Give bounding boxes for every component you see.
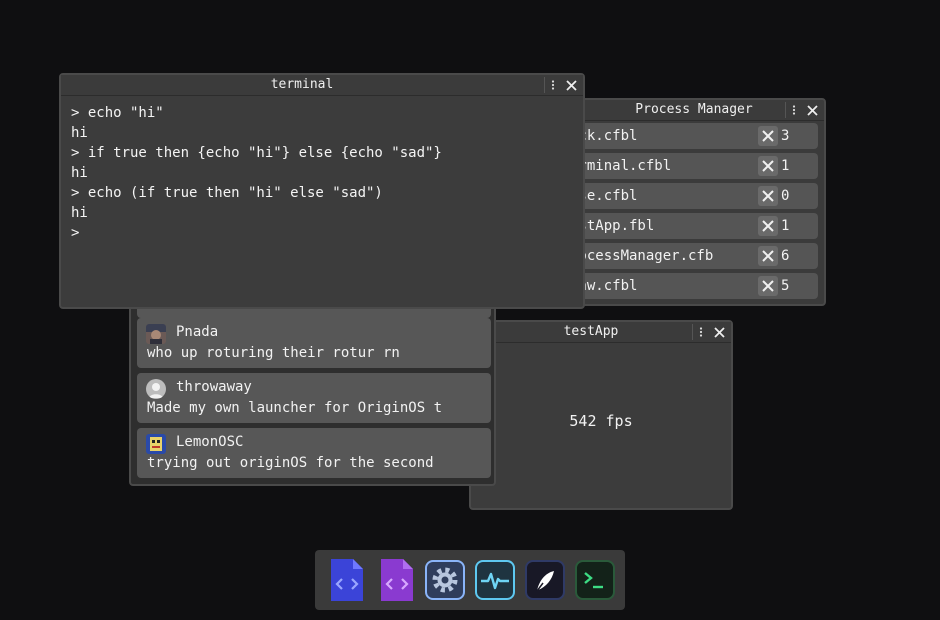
quill-app-icon[interactable]	[525, 559, 565, 601]
terminal-prompt[interactable]: >	[71, 223, 442, 243]
terminal-line: hi	[71, 125, 88, 141]
close-icon	[762, 220, 774, 232]
close-icon	[762, 190, 774, 202]
process-row: erminal.cfbl 1	[554, 153, 818, 179]
terminal-window[interactable]: terminal > echo "hi" hi > if true then {…	[59, 73, 585, 309]
close-icon[interactable]	[711, 324, 727, 340]
terminal-line: > echo "hi"	[71, 105, 164, 121]
kill-process-button[interactable]	[758, 186, 778, 206]
post-username[interactable]: Pnada	[176, 323, 218, 341]
process-row: ock.cfbl 3	[554, 123, 818, 149]
post-username[interactable]: throwaway	[176, 378, 252, 396]
process-count: 6	[781, 248, 790, 264]
kill-process-button[interactable]	[758, 126, 778, 146]
testapp-window[interactable]: testApp 542 fps	[469, 320, 733, 510]
window-title: testApp	[563, 324, 619, 339]
post-card[interactable]: Pnada who up roturing their rotur rn	[137, 318, 491, 368]
kill-process-button[interactable]	[758, 216, 778, 236]
kebab-menu-icon[interactable]	[785, 102, 802, 118]
terminal-line: hi	[71, 205, 88, 221]
user-avatar	[146, 379, 166, 399]
process-count: 5	[781, 278, 790, 294]
default-avatar-icon	[146, 379, 166, 399]
pixel-avatar-icon	[146, 434, 166, 454]
process-row: rocessManager.cfb 6	[554, 243, 818, 269]
process-name: erminal.cfbl	[570, 158, 672, 174]
process-manager-titlebar[interactable]: Process Manager	[554, 100, 824, 121]
window-title: terminal	[270, 77, 334, 92]
process-list: ock.cfbl 3 erminal.cfbl 1 ase.cfbl 0 estApp.fb…	[554, 123, 824, 303]
process-name: rocessManager.cfb	[570, 248, 714, 264]
close-icon	[762, 250, 774, 262]
terminal-line: > echo (if true then "hi" else "sad")	[71, 185, 383, 201]
terminal-app-icon[interactable]	[575, 559, 615, 601]
post-card[interactable]: LemonOSC trying out originOS for the sec…	[137, 428, 491, 478]
close-icon	[762, 280, 774, 292]
feed-window[interactable]: Pnada who up roturing their rotur rn thr…	[129, 296, 496, 486]
testapp-titlebar[interactable]: testApp	[471, 322, 731, 343]
process-count: 1	[781, 218, 790, 234]
post-text: Made my own launcher for OriginOS t	[147, 400, 443, 416]
process-manager-window[interactable]: Process Manager ock.cfbl 3 erminal.cfbl 1 as…	[552, 98, 826, 306]
post-text: trying out originOS for the second	[147, 455, 434, 471]
code-file-blue-icon[interactable]	[327, 559, 367, 601]
window-title: Process Manager	[635, 102, 753, 117]
kebab-menu-icon[interactable]	[692, 324, 709, 340]
post-text: who up roturing their rotur rn	[147, 345, 400, 361]
terminal-line: > if true then {echo "hi"} else {echo "s…	[71, 145, 442, 161]
terminal-output[interactable]: > echo "hi" hi > if true then {echo "hi"…	[71, 103, 442, 243]
post-card[interactable]: throwaway Made my own launcher for Origi…	[137, 373, 491, 423]
kebab-menu-icon[interactable]	[544, 77, 561, 93]
close-icon	[762, 160, 774, 172]
dock	[315, 550, 625, 610]
settings-gear-icon[interactable]	[425, 559, 465, 601]
process-row: law.cfbl 5	[554, 273, 818, 299]
close-icon[interactable]	[563, 77, 579, 93]
process-count: 3	[781, 128, 790, 144]
post-username[interactable]: LemonOSC	[176, 433, 243, 451]
kill-process-button[interactable]	[758, 276, 778, 296]
terminal-titlebar[interactable]: terminal	[61, 75, 583, 96]
process-row: estApp.fbl 1	[554, 213, 818, 239]
process-count: 0	[781, 188, 790, 204]
activity-monitor-icon[interactable]	[475, 559, 515, 601]
kill-process-button[interactable]	[758, 246, 778, 266]
close-icon	[762, 130, 774, 142]
close-icon[interactable]	[804, 102, 820, 118]
process-row: ase.cfbl 0	[554, 183, 818, 209]
kill-process-button[interactable]	[758, 156, 778, 176]
terminal-line: hi	[71, 165, 88, 181]
user-avatar	[146, 324, 166, 344]
user-avatar	[146, 434, 166, 454]
fps-readout: 542 fps	[569, 412, 633, 430]
photo-avatar-icon	[146, 324, 166, 344]
code-file-purple-icon[interactable]	[377, 559, 417, 601]
process-count: 1	[781, 158, 790, 174]
